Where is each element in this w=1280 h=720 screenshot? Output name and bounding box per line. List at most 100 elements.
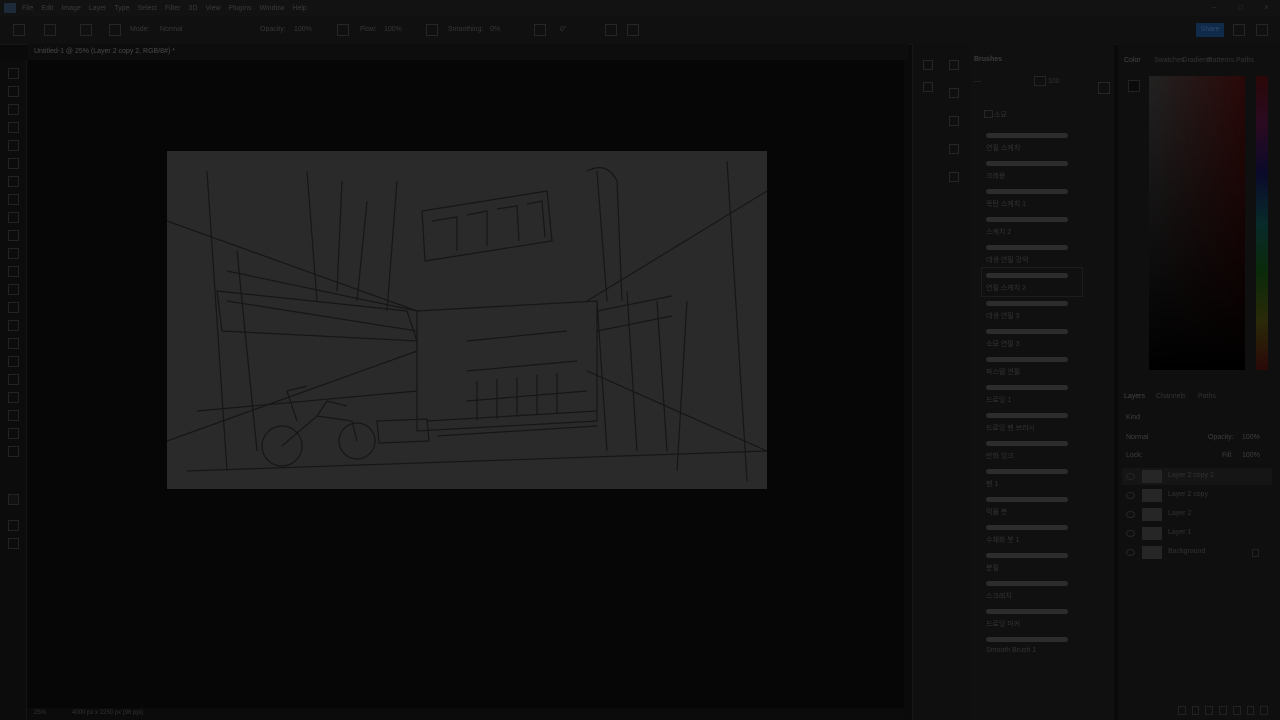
menu-plugins[interactable]: Plugins: [229, 5, 252, 12]
healing-tool-icon[interactable]: [8, 194, 19, 205]
menu-layer[interactable]: Layer: [89, 5, 107, 12]
properties-panel-icon[interactable]: [949, 60, 959, 70]
marquee-tool-icon[interactable]: [8, 86, 19, 97]
brush-item[interactable]: 크레용: [982, 156, 1082, 184]
brush-item[interactable]: 드로잉 펜 브러시: [982, 408, 1082, 436]
minimize-icon[interactable]: –: [1210, 3, 1219, 12]
menu-file[interactable]: File: [22, 5, 33, 12]
zoom-tool-icon[interactable]: [8, 428, 19, 439]
smoothing-field[interactable]: 0%: [490, 26, 500, 33]
eye-icon[interactable]: [1126, 473, 1135, 480]
brush-folder-name[interactable]: 소묘: [994, 110, 1007, 120]
path-select-tool-icon[interactable]: [8, 374, 19, 385]
layer-style-icon[interactable]: [1191, 706, 1200, 715]
move-tool-icon[interactable]: [8, 68, 19, 79]
maximize-icon[interactable]: □: [1236, 3, 1245, 12]
document-tab[interactable]: Untitled-1 @ 25% (Layer 2 copy 2, RGB/8#…: [28, 44, 908, 60]
search-icon[interactable]: [1034, 76, 1046, 86]
brush-item-selected[interactable]: 연필 스케치 2: [981, 267, 1083, 297]
symmetry-icon[interactable]: [627, 24, 639, 36]
menu-edit[interactable]: Edit: [41, 5, 53, 12]
close-icon[interactable]: ×: [1262, 3, 1271, 12]
crop-tool-icon[interactable]: [8, 140, 19, 151]
brush-item[interactable]: 소묘 연필 3: [982, 324, 1082, 352]
tab-patterns[interactable]: Patterns: [1208, 57, 1234, 64]
angle-field[interactable]: 0°: [560, 26, 567, 33]
tab-swatches[interactable]: Swatches: [1154, 57, 1184, 64]
tab-layers[interactable]: Layers: [1124, 393, 1145, 400]
link-layers-icon[interactable]: [1178, 706, 1186, 715]
layer-row[interactable]: Layer 2: [1122, 506, 1272, 523]
play-action-icon[interactable]: [923, 82, 933, 92]
dodge-tool-icon[interactable]: [8, 320, 19, 331]
foreground-color-swatch[interactable]: [8, 494, 19, 505]
hue-slider[interactable]: [1256, 76, 1268, 370]
trash-icon[interactable]: [1260, 706, 1269, 715]
menu-3d[interactable]: 3D: [189, 5, 198, 12]
brush-item[interactable]: 수채화 붓 1: [982, 520, 1082, 548]
menu-select[interactable]: Select: [138, 5, 157, 12]
adjustment-layer-icon[interactable]: [1219, 706, 1227, 715]
layer-row[interactable]: Layer 1: [1122, 525, 1272, 542]
brush-item[interactable]: 스크래치: [982, 576, 1082, 604]
sketch-artwork[interactable]: [166, 151, 768, 489]
brush-item[interactable]: 데생 연필 3: [982, 296, 1082, 324]
rectangle-tool-icon[interactable]: [8, 392, 19, 403]
brush-item[interactable]: 펜 1: [982, 464, 1082, 492]
workspace-icon[interactable]: [1256, 24, 1268, 36]
opacity-field[interactable]: 100%: [294, 26, 312, 33]
search-icon[interactable]: [1233, 24, 1245, 36]
eye-icon[interactable]: [1126, 492, 1135, 499]
color-picker-field[interactable]: [1149, 76, 1245, 370]
add-mask-icon[interactable]: [1205, 706, 1214, 715]
more-tools-icon[interactable]: [8, 446, 19, 457]
mode-dropdown[interactable]: Normal: [160, 26, 183, 33]
pressure-opacity-icon[interactable]: [337, 24, 349, 36]
layer-row[interactable]: Layer 2 copy: [1122, 487, 1272, 504]
airbrush-icon[interactable]: [426, 24, 438, 36]
brush-size-value[interactable]: 100: [1048, 78, 1060, 85]
clone-stamp-tool-icon[interactable]: [8, 230, 19, 241]
adjustments-panel-icon[interactable]: [949, 88, 959, 98]
menu-filter[interactable]: Filter: [165, 5, 181, 12]
brush-size-icon[interactable]: [80, 24, 92, 36]
menu-window[interactable]: Window: [260, 5, 285, 12]
foreground-color-chip[interactable]: [1128, 80, 1140, 92]
quick-select-tool-icon[interactable]: [8, 122, 19, 133]
brush-size-slider[interactable]: —: [974, 78, 981, 85]
brush-item[interactable]: 분필: [982, 548, 1082, 576]
brush-item[interactable]: 스케치 2: [982, 212, 1082, 240]
brush-item[interactable]: 먹물 붓: [982, 492, 1082, 520]
tab-channels[interactable]: Channels: [1156, 393, 1186, 400]
comments-panel-icon[interactable]: [949, 172, 959, 182]
history-brush-tool-icon[interactable]: [8, 248, 19, 259]
brush-tool-icon[interactable]: [8, 212, 19, 223]
tab-paths[interactable]: Paths: [1198, 393, 1216, 400]
new-group-icon[interactable]: [1232, 706, 1241, 715]
pressure-size-icon[interactable]: [605, 24, 617, 36]
pen-tool-icon[interactable]: [8, 338, 19, 349]
brush-item[interactable]: 연필 스케치: [982, 128, 1082, 156]
blur-tool-icon[interactable]: [8, 302, 19, 313]
screen-mode-icon[interactable]: [8, 538, 19, 549]
brush-item[interactable]: 파스텔 연필: [982, 352, 1082, 380]
menu-type[interactable]: Type: [114, 5, 129, 12]
share-button[interactable]: Share: [1196, 23, 1224, 37]
eye-icon[interactable]: [1126, 511, 1135, 518]
brush-item[interactable]: Smooth Brush 1: [982, 632, 1082, 660]
gear-icon[interactable]: [534, 24, 546, 36]
tab-paths-color[interactable]: Paths: [1236, 57, 1254, 64]
flow-field[interactable]: 100%: [384, 26, 402, 33]
brush-item[interactable]: 드로잉 마커: [982, 604, 1082, 632]
quick-mask-icon[interactable]: [8, 520, 19, 531]
menu-image[interactable]: Image: [61, 5, 80, 12]
layer-row[interactable]: Background: [1122, 544, 1272, 561]
brush-item[interactable]: 드로잉 1: [982, 380, 1082, 408]
brush-settings-panel-icon[interactable]: [923, 60, 933, 70]
new-layer-icon[interactable]: [1246, 706, 1255, 715]
gradient-tool-icon[interactable]: [8, 284, 19, 295]
menu-help[interactable]: Help: [292, 5, 306, 12]
eyedropper-tool-icon[interactable]: [8, 176, 19, 187]
layer-kind-filter[interactable]: Kind: [1126, 414, 1140, 421]
home-icon[interactable]: [13, 24, 25, 36]
